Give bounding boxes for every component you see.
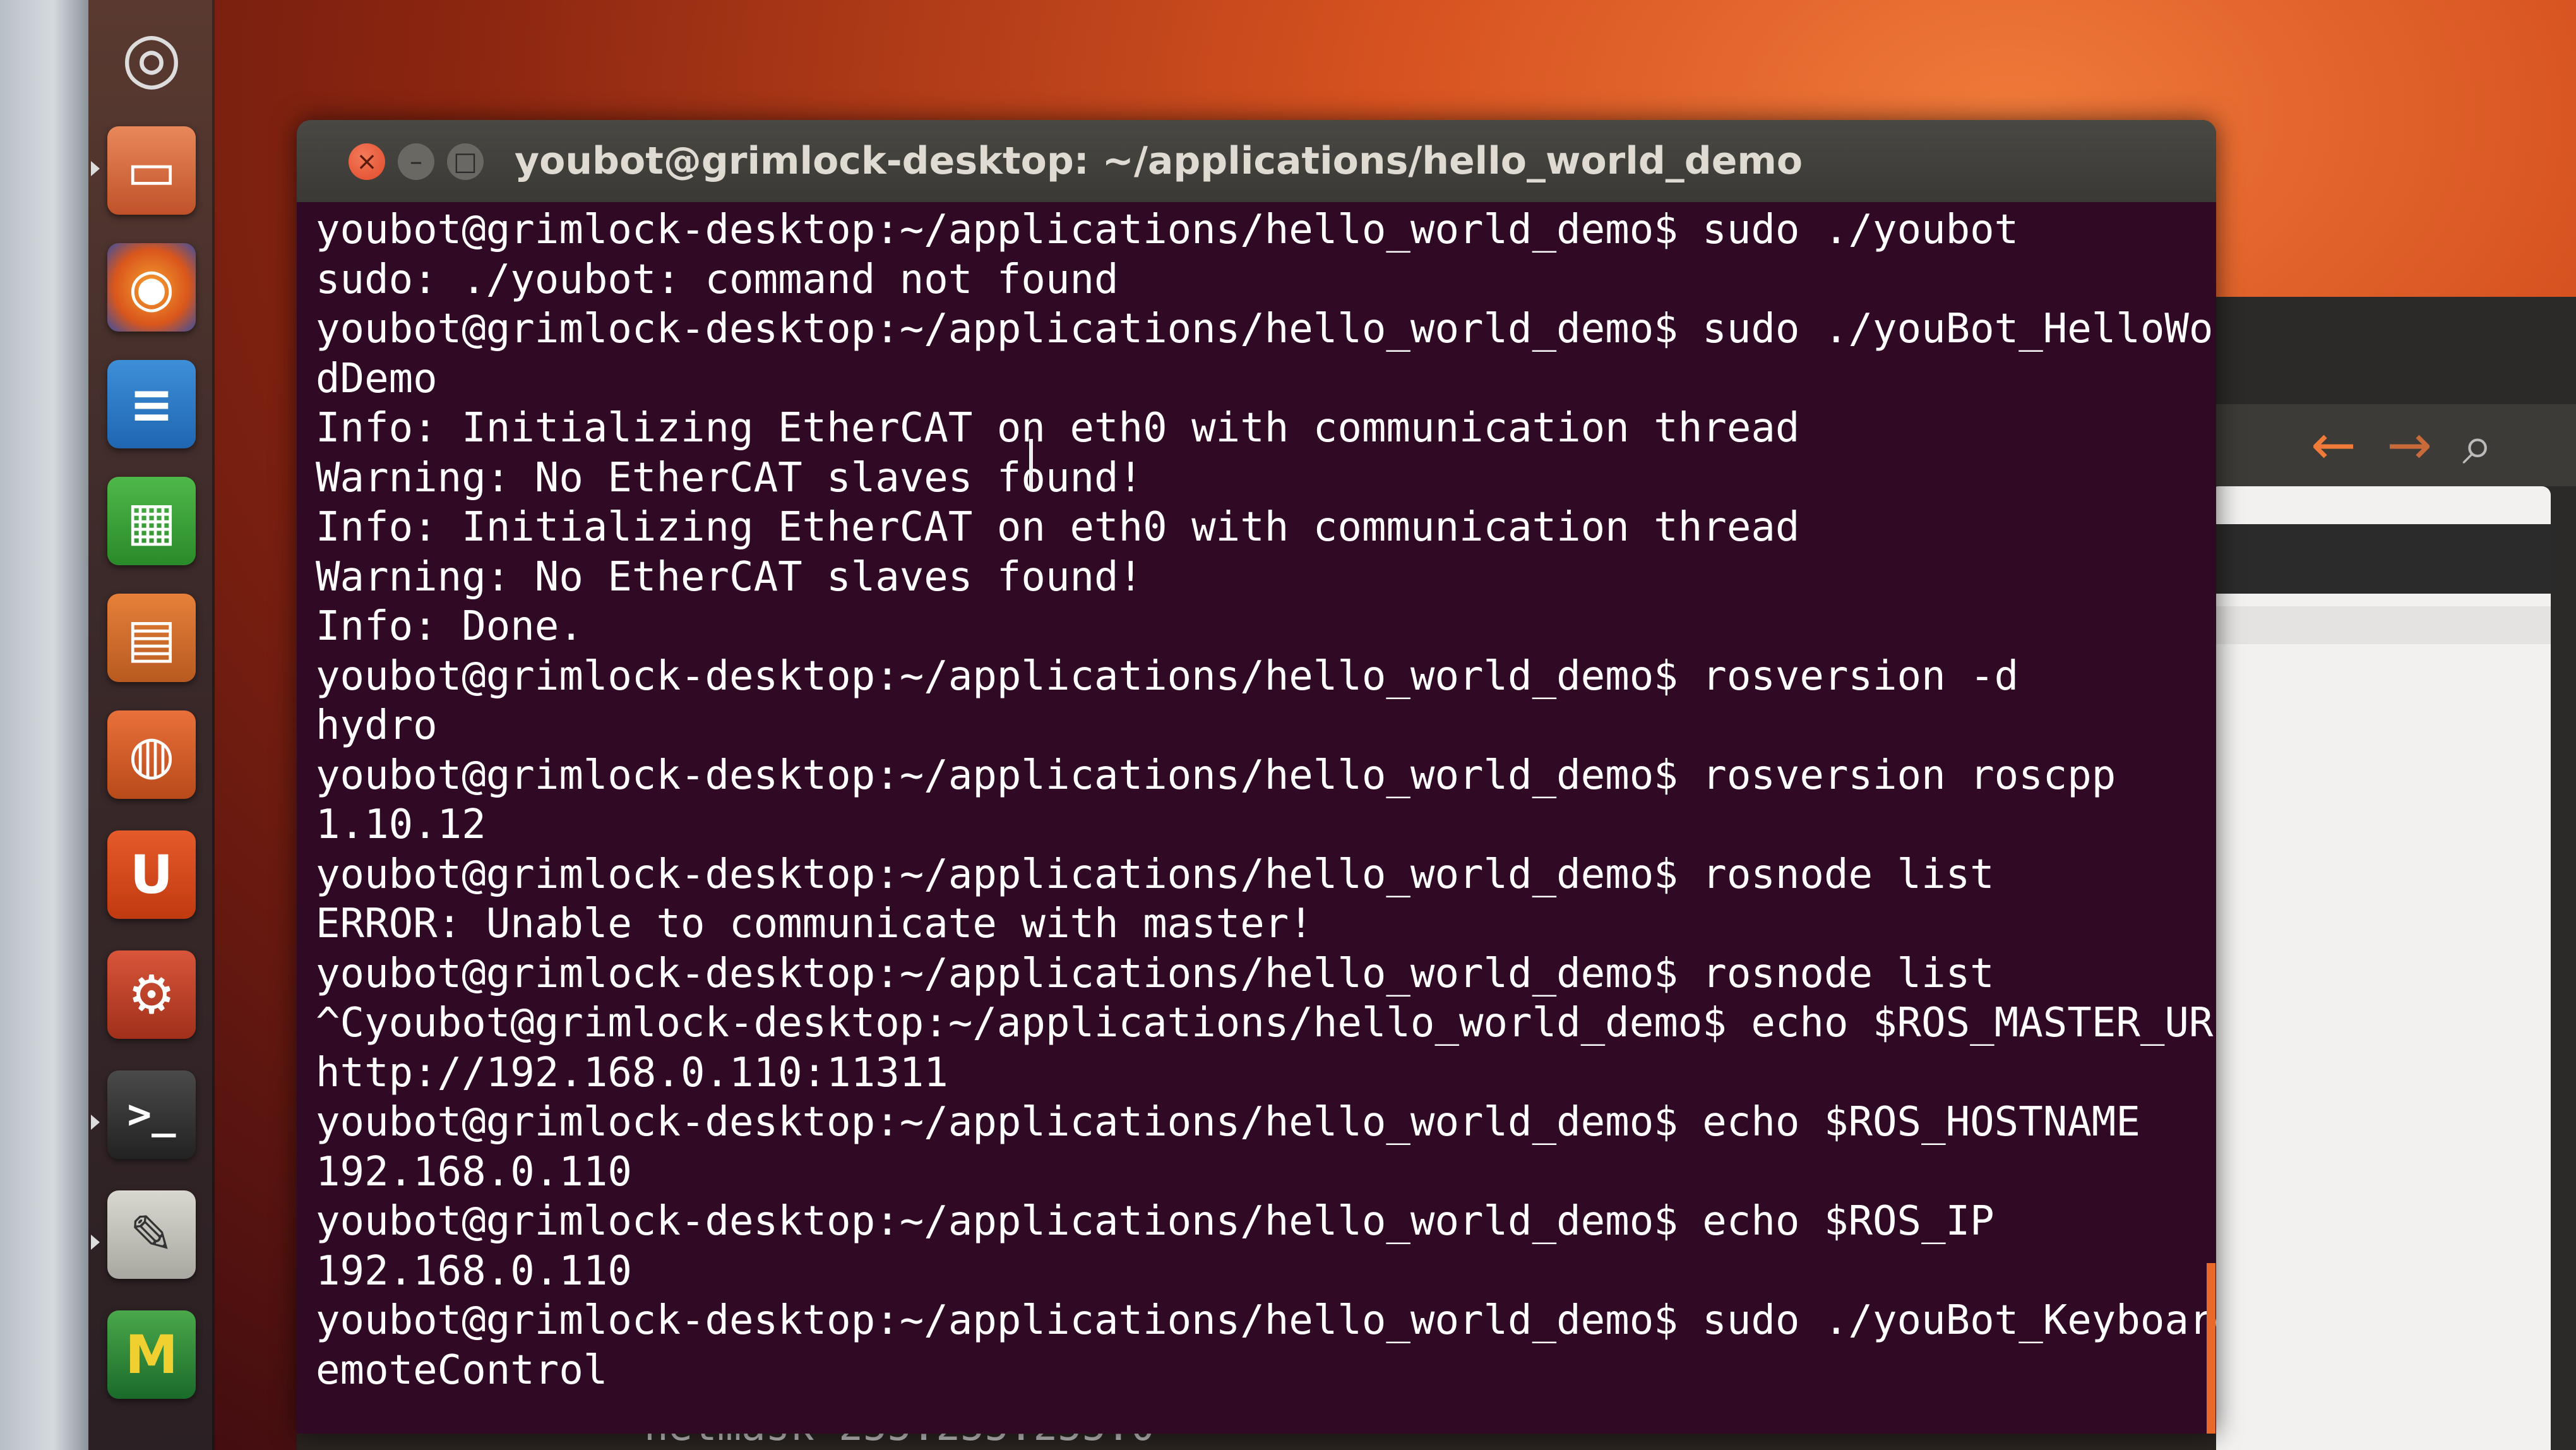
- search-icon[interactable]: ⌕: [2462, 417, 2493, 474]
- terminal-line: 192.168.0.110: [316, 1247, 632, 1295]
- launcher-running-pip-2: [91, 1235, 100, 1250]
- launcher-active-pip: [91, 161, 100, 176]
- browser-page-strip: [2210, 606, 2551, 644]
- terminal-line: http://192.168.0.110:11311: [316, 1049, 948, 1096]
- terminal-line: 192.168.0.110: [316, 1148, 632, 1195]
- software-center-icon[interactable]: ◍: [107, 710, 196, 799]
- terminal-line: hydro: [316, 702, 438, 749]
- terminal-icon[interactable]: >_: [107, 1070, 196, 1159]
- launcher-running-pip: [91, 1115, 100, 1130]
- firefox-icon[interactable]: ◉: [107, 243, 196, 332]
- terminal-line: ^Cyoubot@grimlock-desktop:~/applications…: [316, 1000, 2216, 1046]
- ubuntu-dash-icon[interactable]: ◎: [107, 13, 196, 101]
- writer-icon[interactable]: ≡: [107, 360, 196, 448]
- terminal-line: sudo: ./youbot: command not found: [316, 256, 1119, 303]
- matlab-icon[interactable]: M: [107, 1310, 196, 1399]
- browser-page-header: [2210, 524, 2551, 594]
- terminal-output[interactable]: youbot@grimlock-desktop:~/applications/h…: [316, 205, 2216, 1430]
- terminal-line: Info: Initializing EtherCAT on eth0 with…: [316, 405, 1800, 452]
- underlying-window: [297, 1434, 2216, 1450]
- terminal-line: emoteControl: [316, 1346, 608, 1394]
- terminal-line: youbot@grimlock-desktop:~/applications/h…: [316, 306, 2216, 352]
- screen-bezel: [0, 0, 88, 1450]
- browser-toolbar: ← → ⌕: [2185, 404, 2576, 486]
- terminal-line: Warning: No EtherCAT slaves found!: [316, 553, 1143, 601]
- ubuntu-one-icon[interactable]: U: [107, 830, 196, 919]
- terminal-line: youbot@grimlock-desktop:~/applications/h…: [316, 851, 1995, 898]
- terminal-line: youbot@grimlock-desktop:~/applications/h…: [316, 1198, 1995, 1245]
- terminal-line: youbot@grimlock-desktop:~/applications/h…: [316, 752, 2116, 799]
- maximize-icon[interactable]: □: [447, 143, 484, 180]
- terminal-line: Info: Done.: [316, 603, 583, 650]
- terminal-line: Info: Initializing EtherCAT on eth0 with…: [316, 504, 1800, 551]
- terminal-line: ERROR: Unable to communicate with master…: [316, 901, 1313, 947]
- unity-launcher: ◎ ▭ ◉ ≡ ▦ ▤ ◍ U ⚙ >_ ✎ M: [88, 0, 215, 1450]
- terminal-line: youbot@grimlock-desktop:~/applications/h…: [316, 652, 2019, 700]
- window-title: youbot@grimlock-desktop: ~/applications/…: [515, 139, 1803, 183]
- terminal-window[interactable]: × – □ youbot@grimlock-desktop: ~/applica…: [297, 120, 2216, 1434]
- terminal-line: youbot@grimlock-desktop:~/applications/h…: [316, 207, 2019, 253]
- terminal-line: youbot@grimlock-desktop:~/applications/h…: [316, 1099, 2140, 1146]
- forward-arrow-icon[interactable]: →: [2387, 417, 2432, 474]
- background-browser-window: ← → ⌕: [2185, 297, 2576, 1450]
- close-icon[interactable]: ×: [349, 143, 385, 180]
- calc-icon[interactable]: ▦: [107, 477, 196, 565]
- terminal-titlebar[interactable]: × – □ youbot@grimlock-desktop: ~/applica…: [297, 120, 2216, 202]
- back-arrow-icon[interactable]: ←: [2311, 417, 2356, 474]
- text-cursor-ibeam: [1029, 439, 1033, 489]
- window-edge-highlight: [2207, 1263, 2215, 1434]
- text-editor-icon[interactable]: ✎: [107, 1190, 196, 1279]
- system-settings-icon[interactable]: ⚙: [107, 950, 196, 1039]
- browser-page: [2210, 486, 2551, 1450]
- minimize-icon[interactable]: –: [398, 143, 434, 180]
- terminal-line: Warning: No EtherCAT slaves found!: [316, 454, 1143, 501]
- terminal-line: dDemo: [316, 355, 438, 402]
- files-icon[interactable]: ▭: [107, 126, 196, 215]
- terminal-line: youbot@grimlock-desktop:~/applications/h…: [316, 1297, 2216, 1344]
- terminal-line: 1.10.12: [316, 801, 486, 848]
- terminal-line: youbot@grimlock-desktop:~/applications/h…: [316, 950, 1995, 997]
- impress-icon[interactable]: ▤: [107, 594, 196, 682]
